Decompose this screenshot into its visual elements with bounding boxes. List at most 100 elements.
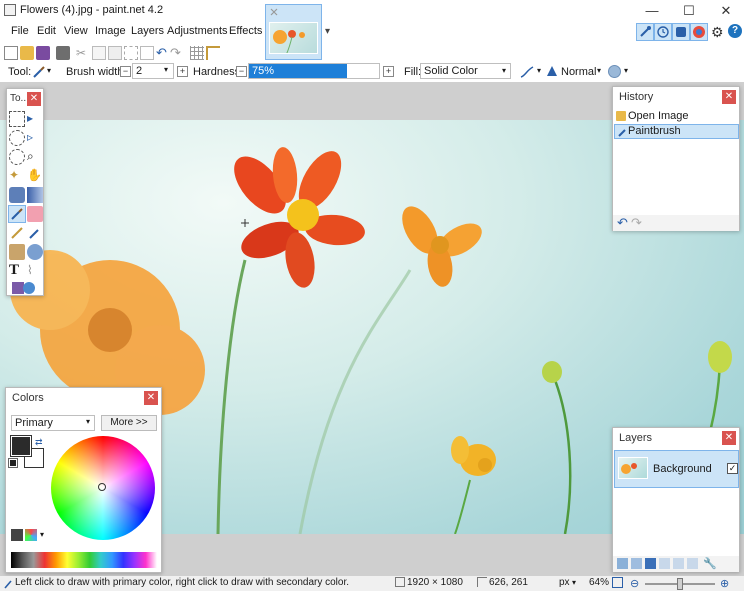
history-undo-icon[interactable]: ↶ (617, 215, 628, 231)
text-tool-icon[interactable]: T (9, 262, 25, 278)
lasso-tool-icon[interactable] (9, 130, 25, 146)
add-layer-icon[interactable] (617, 558, 628, 569)
menu-layers[interactable]: Layers (131, 25, 164, 37)
blend-mode-select[interactable]: Normal (561, 66, 596, 78)
ellipse-select-tool-icon[interactable] (9, 149, 25, 165)
color-picker-mode-icon[interactable] (25, 529, 37, 541)
antialiasing-dropdown-icon[interactable]: ▾ (537, 66, 541, 75)
cut-icon[interactable]: ✂ (76, 46, 90, 60)
move-selection-tool-icon[interactable]: ▹ (27, 130, 43, 146)
pencil-tool-icon[interactable] (9, 225, 25, 241)
new-icon[interactable] (4, 46, 18, 60)
color-palette[interactable] (11, 552, 157, 568)
history-item-selected[interactable]: Paintbrush (614, 124, 739, 139)
brush-width-decrease[interactable]: − (120, 66, 131, 77)
swap-colors-icon[interactable]: ⇄ (35, 437, 43, 448)
minimize-button[interactable]: — (634, 0, 670, 22)
layers-panel-close-icon[interactable]: ✕ (722, 431, 736, 445)
zoom-level[interactable]: 64% (589, 577, 609, 588)
layer-visibility-checkbox[interactable]: ✓ (727, 463, 738, 474)
units-dropdown-icon[interactable]: ▾ (572, 578, 576, 587)
undo-icon[interactable]: ↶ (156, 45, 170, 60)
paint-bucket-tool-icon[interactable] (9, 187, 25, 203)
rectangle-select-tool-icon[interactable] (9, 111, 25, 127)
fill-select[interactable]: Solid Color (420, 63, 511, 79)
deselect-icon[interactable] (140, 46, 154, 60)
zoom-in-icon[interactable]: ⊕ (720, 577, 729, 590)
color-wheel-marker[interactable] (98, 483, 106, 491)
history-panel-close-icon[interactable]: ✕ (722, 90, 736, 104)
zoom-slider[interactable] (645, 578, 715, 590)
zoom-slider-thumb[interactable] (677, 578, 683, 590)
move-selected-tool-icon[interactable]: ▸ (27, 111, 43, 127)
ruler-icon[interactable] (206, 46, 220, 60)
color-wheel[interactable] (51, 436, 155, 540)
zoom-out-icon[interactable]: ⊖ (630, 577, 639, 590)
paintbrush-tool-icon[interactable] (32, 65, 46, 79)
move-layer-up-icon[interactable] (673, 558, 684, 569)
tool-dropdown-icon[interactable]: ▾ (47, 66, 51, 75)
line-curve-tool-icon[interactable]: ⌇ (27, 263, 43, 279)
duplicate-layer-icon[interactable] (645, 558, 656, 569)
history-item[interactable]: Open Image (614, 109, 739, 124)
layer-row[interactable]: Background ✓ (614, 450, 739, 488)
settings-icon[interactable]: ⚙ (711, 24, 724, 41)
tabs-dropdown-icon[interactable]: ▾ (325, 26, 330, 37)
merge-layer-down-icon[interactable] (659, 558, 670, 569)
paste-icon[interactable] (108, 46, 122, 60)
selection-quality-icon[interactable] (608, 65, 621, 78)
fill-dropdown-icon[interactable]: ▾ (502, 66, 506, 75)
menu-adjustments[interactable]: Adjustments (167, 25, 228, 37)
color-mode-dropdown-icon[interactable]: ▾ (86, 417, 90, 426)
primary-color-swatch[interactable] (10, 435, 32, 457)
history-toggle-icon[interactable] (654, 23, 672, 41)
recolor-tool-icon[interactable] (27, 244, 43, 260)
menu-view[interactable]: View (64, 25, 88, 37)
brush-width-increase[interactable]: + (177, 66, 188, 77)
palette-dropdown-icon[interactable]: ▾ (40, 530, 44, 539)
help-icon[interactable]: ? (728, 24, 742, 38)
tab-close-icon[interactable] (269, 7, 279, 17)
tools-panel-close-icon[interactable]: ✕ (27, 92, 41, 106)
hardness-decrease[interactable]: − (236, 66, 247, 77)
layer-properties-icon[interactable]: 🔧 (703, 557, 717, 570)
menu-effects[interactable]: Effects (229, 25, 262, 37)
colors-toggle-icon[interactable] (690, 23, 708, 41)
menu-edit[interactable]: Edit (37, 25, 56, 37)
zoom-tool-icon[interactable]: ⌕ (27, 149, 43, 165)
clone-stamp-tool-icon[interactable] (9, 244, 25, 260)
pan-tool-icon[interactable]: ✋ (27, 168, 43, 184)
more-colors-button[interactable]: More >> (101, 415, 157, 431)
brush-width-dropdown-icon[interactable]: ▾ (164, 65, 168, 74)
move-layer-down-icon[interactable] (687, 558, 698, 569)
palette-menu-icon[interactable] (11, 529, 23, 541)
hardness-slider[interactable]: 75% (248, 63, 380, 79)
eraser-tool-icon[interactable] (27, 206, 43, 222)
blend-mode-dropdown-icon[interactable]: ▾ (597, 66, 601, 75)
magic-wand-tool-icon[interactable]: ✦ (9, 168, 25, 184)
maximize-button[interactable]: ☐ (671, 0, 707, 22)
layers-toggle-icon[interactable] (672, 23, 690, 41)
delete-layer-icon[interactable] (631, 558, 642, 569)
save-icon[interactable] (36, 46, 50, 60)
history-redo-icon[interactable]: ↷ (631, 215, 642, 231)
units-select[interactable]: px (559, 577, 570, 588)
menu-image[interactable]: Image (95, 25, 126, 37)
zoom-to-window-icon[interactable] (612, 577, 623, 588)
antialiasing-icon[interactable] (519, 64, 535, 80)
crop-icon[interactable] (124, 46, 138, 60)
hardness-increase[interactable]: + (383, 66, 394, 77)
menu-file[interactable]: File (11, 25, 29, 37)
close-button[interactable]: ✕ (708, 0, 744, 22)
copy-icon[interactable] (92, 46, 106, 60)
reset-colors-icon[interactable] (8, 458, 18, 468)
color-picker-tool-icon[interactable] (27, 225, 43, 241)
tools-toggle-icon[interactable] (636, 23, 654, 41)
paintbrush-tool-icon[interactable] (8, 205, 26, 223)
print-icon[interactable] (56, 46, 70, 60)
shapes-tool-icon[interactable] (11, 279, 39, 295)
redo-icon[interactable]: ↷ (170, 45, 184, 60)
grid-icon[interactable] (190, 46, 204, 60)
colors-panel-close-icon[interactable]: ✕ (144, 391, 158, 405)
gradient-tool-icon[interactable] (27, 187, 43, 203)
